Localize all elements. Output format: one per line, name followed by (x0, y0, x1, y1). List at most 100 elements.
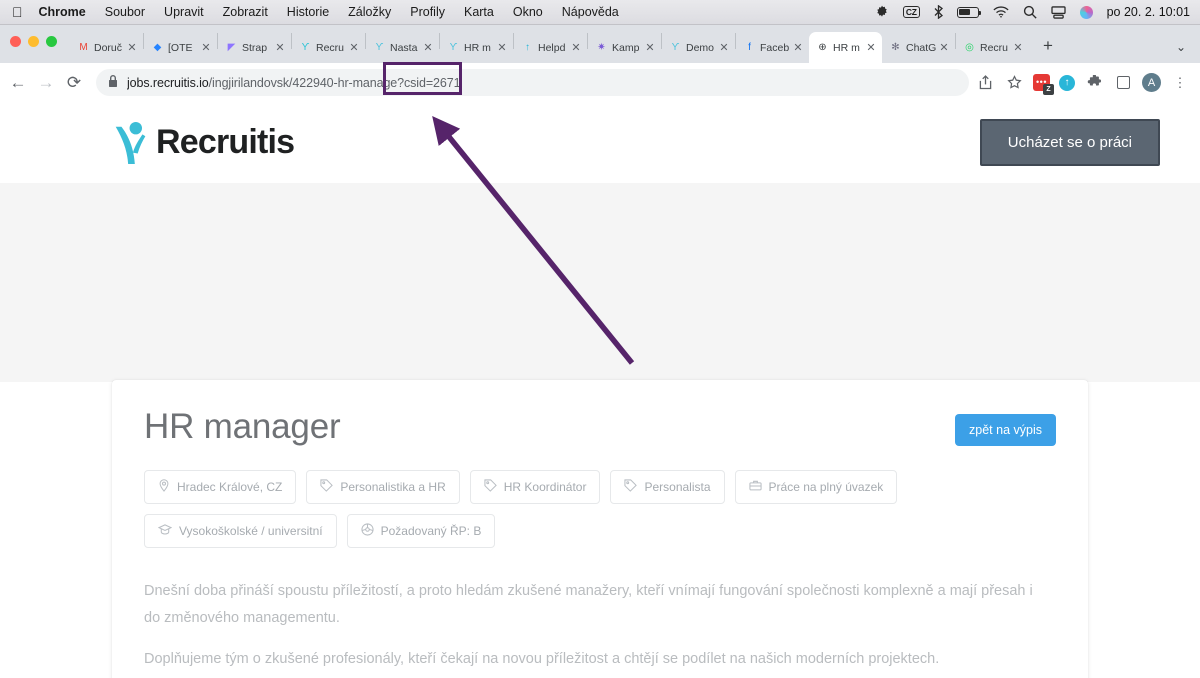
apple-logo-icon[interactable]:  (12, 5, 23, 19)
chip-label: Požadovaný ŘP: B (380, 524, 482, 538)
chip-label: Vysokoškolské / universitní (179, 524, 323, 538)
chrome-menu-icon[interactable]: ⋮ (1170, 73, 1190, 93)
side-panel-icon[interactable] (1113, 73, 1133, 93)
menu-item-zalozky[interactable]: Záložky (348, 5, 391, 19)
battery-icon[interactable] (956, 6, 982, 18)
tab-label: HR m (464, 41, 491, 54)
new-tab-button[interactable]: + (1035, 33, 1061, 59)
browser-tab[interactable]: ◤ Strap ✕ (218, 32, 291, 63)
browser-tab[interactable]: f Faceb ✕ (736, 32, 809, 63)
tab-label: Nasta (390, 41, 418, 54)
tab-close-icon[interactable]: ✕ (422, 41, 434, 54)
tab-close-icon[interactable]: ✕ (126, 41, 138, 54)
recruitis-logo[interactable]: Recruitis (112, 121, 295, 165)
browser-tab[interactable]: ⊕ HR m ✕ (809, 32, 882, 63)
menu-item-chrome[interactable]: Chrome (39, 5, 86, 19)
settings-gear-icon[interactable] (875, 5, 889, 19)
chip-label: Práce na plný úvazek (768, 480, 884, 494)
tab-close-icon[interactable]: ✕ (348, 41, 360, 54)
wifi-icon[interactable] (993, 6, 1009, 18)
share-icon[interactable] (975, 73, 995, 93)
tab-close-icon[interactable]: ✕ (792, 41, 804, 54)
extension-badge: Z (1043, 84, 1054, 95)
job-attribute-chip: HR Koordinátor (469, 470, 601, 504)
tab-search-chevron-down-icon[interactable]: ⌄ (1176, 40, 1186, 54)
extension-red-icon[interactable]: ••• Z (1033, 74, 1054, 95)
address-bar-url: jobs.recruitis.io/ingjirilandovsk/422940… (127, 76, 460, 90)
chip-label: HR Koordinátor (503, 480, 587, 494)
bookmark-star-icon[interactable] (1004, 73, 1024, 93)
address-bar[interactable]: jobs.recruitis.io/ingjirilandovsk/422940… (96, 69, 969, 96)
recruitis-icon: ϒ (301, 41, 310, 53)
job-attribute-chip: Vysokoškolské / universitní (144, 514, 337, 548)
job-description-paragraph-2: Doplňujeme tým o zkušené profesionály, k… (144, 650, 940, 667)
macos-menu-bar:  Chrome Soubor Upravit Zobrazit Histori… (0, 0, 1200, 25)
browser-tab[interactable]: ✻ ChatG ✕ (882, 32, 955, 63)
reload-button[interactable]: ⟳ (60, 69, 88, 97)
tab-close-icon[interactable]: ✕ (718, 41, 730, 54)
extension-blue-icon[interactable]: ↑ (1059, 74, 1075, 91)
tab-close-icon[interactable]: ✕ (496, 41, 508, 54)
tab-label: HR m (833, 41, 860, 54)
menu-item-soubor[interactable]: Soubor (105, 5, 145, 19)
tab-close-icon[interactable]: ✕ (1012, 41, 1024, 54)
close-window-button[interactable] (10, 36, 21, 47)
search-icon[interactable] (1023, 5, 1037, 19)
tab-label: Helpd (538, 41, 566, 54)
whatsapp-icon: ◎ (965, 41, 974, 53)
browser-tab[interactable]: ϒ Recru ✕ (292, 32, 365, 63)
profile-avatar-icon[interactable]: A (1142, 73, 1161, 92)
job-attribute-chip: Hradec Králové, CZ (144, 470, 297, 504)
recruitis-icon: ϒ (449, 41, 458, 53)
screen-share-icon[interactable] (1050, 5, 1066, 19)
tab-close-icon[interactable]: ✕ (938, 41, 950, 54)
forward-button[interactable]: → (32, 69, 60, 97)
tag-icon (624, 479, 638, 495)
bluetooth-icon[interactable] (934, 5, 943, 19)
job-attribute-chip: Práce na plný úvazek (734, 470, 898, 504)
tab-label: Recru (980, 41, 1009, 54)
keyboard-layout-cz-icon[interactable]: CZ (902, 5, 920, 19)
browser-tab[interactable]: M Doruč ✕ (70, 32, 143, 63)
map-pin-icon (158, 479, 170, 495)
site-header: Recruitis Ucházet se o práci (0, 102, 1200, 183)
browser-tab[interactable]: ↑ Helpd ✕ (514, 32, 587, 63)
job-detail-card: HR manager zpět na výpis Hradec Králové,… (112, 380, 1088, 678)
browser-tab[interactable]: ◆ [OTE ✕ (144, 32, 217, 63)
puzzle-extensions-icon[interactable] (1084, 73, 1104, 93)
job-description-paragraph-1: Dnešní doba přináší spoustu příležitostí… (144, 583, 1033, 626)
recruitis-logo-mark-icon (115, 121, 146, 164)
tab-close-icon[interactable]: ✕ (200, 41, 212, 54)
browser-tab[interactable]: ϒ HR m ✕ (440, 32, 513, 63)
menu-item-okno[interactable]: Okno (513, 5, 543, 19)
job-attribute-chip: Požadovaný ŘP: B (346, 514, 496, 548)
openai-icon: ✻ (891, 41, 900, 53)
menu-item-napoveda[interactable]: Nápověda (562, 5, 619, 19)
tab-label: Faceb (760, 41, 790, 54)
tab-label: Recru (316, 41, 345, 54)
back-to-list-button[interactable]: zpět na výpis (955, 414, 1056, 446)
tab-close-icon[interactable]: ✕ (570, 41, 582, 54)
tab-close-icon[interactable]: ✕ (274, 41, 286, 54)
menu-item-profily[interactable]: Profily (410, 5, 445, 19)
browser-tab[interactable]: ◎ Recru ✕ (956, 32, 1029, 63)
browser-toolbar: ← → ⟳ jobs.recruitis.io/ingjirilandovsk/… (0, 63, 1200, 102)
menu-bar-clock[interactable]: po 20. 2. 10:01 (1107, 5, 1190, 19)
browser-tab[interactable]: ϒ Demo ✕ (662, 32, 735, 63)
recruitis-icon: ϒ (671, 41, 680, 53)
tab-close-icon[interactable]: ✕ (644, 41, 656, 54)
apply-for-job-button[interactable]: Ucházet se o práci (979, 119, 1160, 166)
browser-tab[interactable]: ϒ Nasta ✕ (366, 32, 439, 63)
tab-close-icon[interactable]: ✕ (865, 41, 877, 54)
maximize-window-button[interactable] (46, 36, 57, 47)
menu-item-upravit[interactable]: Upravit (164, 5, 204, 19)
menu-item-zobrazit[interactable]: Zobrazit (223, 5, 268, 19)
menu-item-karta[interactable]: Karta (464, 5, 494, 19)
menu-item-historie[interactable]: Historie (287, 5, 329, 19)
back-button[interactable]: ← (4, 69, 32, 97)
web-page: Recruitis Ucházet se o práci HR manager … (0, 102, 1200, 678)
browser-tab[interactable]: ✷ Kamp ✕ (588, 32, 661, 63)
minimize-window-button[interactable] (28, 36, 39, 47)
siri-icon[interactable] (1079, 5, 1093, 19)
chip-label: Hradec Králové, CZ (177, 480, 283, 494)
